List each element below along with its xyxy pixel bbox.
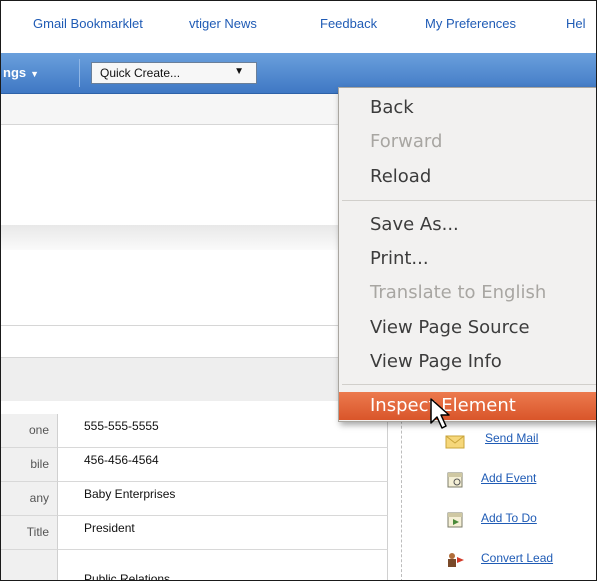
browser-viewport: Gmail Bookmarklet vtiger News Feedback M… <box>0 0 597 581</box>
settings-menu[interactable]: ngs ▼ <box>3 65 39 80</box>
field-label: any <box>1 482 58 516</box>
send-mail-link[interactable]: Send Mail <box>485 431 538 445</box>
settings-label: ngs <box>3 65 27 80</box>
calendar-icon <box>447 472 463 488</box>
field-value-lead-source: Public Relations <box>58 550 388 580</box>
sidebar-divider <box>401 401 402 580</box>
add-event-link[interactable]: Add Event <box>481 471 536 485</box>
field-label: one <box>1 414 58 448</box>
my-preferences-link[interactable]: My Preferences <box>425 16 516 31</box>
field-value-mobile: 456-456-4564 <box>58 448 388 482</box>
menu-item-view-info[interactable]: View Page Info <box>339 346 596 378</box>
field-value-title: President <box>58 516 388 550</box>
feedback-link[interactable]: Feedback <box>320 16 377 31</box>
menu-item-save-as[interactable]: Save As... <box>339 209 596 241</box>
menu-item-back[interactable]: Back <box>339 92 596 124</box>
menu-item-reload[interactable]: Reload <box>339 161 596 193</box>
menu-separator <box>342 384 596 385</box>
quick-create-select[interactable]: Quick Create... ▼ <box>91 62 257 84</box>
field-value-company: Baby Enterprises <box>58 482 388 516</box>
quick-create-label: Quick Create... <box>100 66 181 80</box>
menu-item-print[interactable]: Print... <box>339 243 596 275</box>
field-label <box>1 550 58 580</box>
menu-item-inspect-element[interactable]: Inspect Element <box>339 392 596 420</box>
add-todo-link[interactable]: Add To Do <box>481 511 537 525</box>
chevron-down-icon: ▼ <box>30 69 40 79</box>
menu-separator <box>342 200 596 201</box>
toolbar-divider <box>79 59 80 87</box>
chevron-down-icon: ▼ <box>234 66 244 77</box>
menu-item-forward: Forward <box>370 131 443 152</box>
convert-lead-icon <box>448 553 464 567</box>
top-links-bar: Gmail Bookmarklet vtiger News Feedback M… <box>1 1 596 53</box>
menu-item-translate: Translate to English <box>370 282 547 303</box>
field-label: bile <box>1 448 58 482</box>
menu-item-view-source[interactable]: View Page Source <box>339 312 596 344</box>
gmail-bookmarklet-link[interactable]: Gmail Bookmarklet <box>33 16 143 31</box>
convert-lead-link[interactable]: Convert Lead <box>481 551 553 565</box>
context-menu: Back Forward Reload Save As... Print... … <box>338 87 596 422</box>
mouse-cursor-icon <box>430 398 450 429</box>
todo-icon <box>447 512 463 528</box>
vtiger-news-link[interactable]: vtiger News <box>189 16 257 31</box>
mail-icon <box>445 435 465 449</box>
field-label: Title <box>1 516 58 550</box>
help-link[interactable]: Hel <box>566 16 586 31</box>
